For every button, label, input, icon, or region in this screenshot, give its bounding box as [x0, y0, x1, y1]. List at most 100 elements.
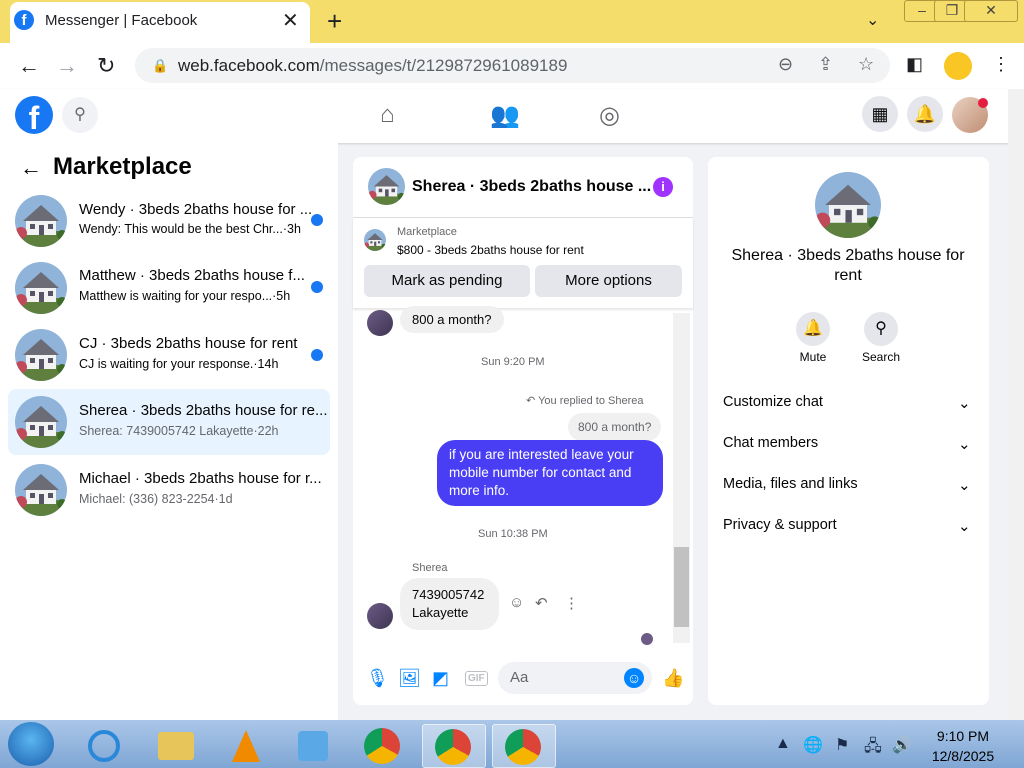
chat-info-title: Sherea · 3beds 2baths house for rent	[731, 247, 965, 284]
message-timestamp: Sun 9:20 PM	[481, 356, 545, 368]
sent-message[interactable]: if you are interested leave your mobile …	[437, 440, 663, 506]
photo-icon[interactable]: 🖼	[398, 668, 421, 689]
conversation-preview: CJ is waiting for your response.·14h	[79, 357, 279, 371]
search-icon[interactable]: ⚲	[62, 97, 98, 133]
conversation-name: CJ · 3beds 2baths house for rent	[79, 335, 298, 352]
friends-icon[interactable]: 👥	[490, 101, 520, 130]
thumbs-up-icon[interactable]: 👍	[662, 668, 684, 689]
microphone-icon[interactable]: 🎙	[366, 668, 389, 689]
mark-as-pending-button[interactable]: Mark as pending	[364, 265, 530, 297]
listing-source: Marketplace	[397, 226, 457, 238]
conversation-item-wendy[interactable]: Wendy · 3beds 2baths house for ... Wendy…	[8, 188, 330, 254]
search-label: Search	[861, 350, 901, 364]
listing-title: $800 - 3beds 2baths house for rent	[397, 243, 584, 257]
chat-info-pane	[708, 157, 989, 705]
home-icon[interactable]: ⌂	[380, 101, 395, 129]
conversation-preview: Sherea: 7439005742 Lakayette·22h	[79, 424, 279, 438]
network-icon[interactable]: 🖧	[864, 735, 882, 762]
emoji-icon[interactable]: ☺	[624, 668, 644, 688]
page-scrollbar[interactable]	[1008, 89, 1024, 720]
bookmark-star-icon[interactable]: ☆	[858, 54, 874, 75]
conversation-item-cj[interactable]: CJ · 3beds 2baths house for rent CJ is w…	[8, 322, 330, 388]
show-hidden-icons[interactable]: ▲	[775, 735, 791, 753]
media-player-icon[interactable]	[282, 724, 344, 766]
back-arrow-icon[interactable]: ←	[20, 155, 42, 181]
zoom-icon[interactable]: ⊖	[778, 54, 793, 75]
chrome-window-icon[interactable]	[422, 724, 486, 768]
share-icon[interactable]: ⇪	[818, 54, 833, 75]
chevron-down-icon[interactable]: ⌄	[958, 394, 971, 412]
groups-icon[interactable]: ◎	[599, 101, 620, 130]
taskbar-clock[interactable]: 9:10 PM 12/8/2025	[918, 726, 1008, 766]
chat-title[interactable]: Sherea · 3beds 2baths house ...	[412, 178, 651, 196]
volume-icon[interactable]: 🔊	[892, 735, 912, 755]
reload-icon[interactable]: ↻	[97, 53, 115, 79]
react-emoji-icon[interactable]: ☺	[509, 594, 524, 611]
chrome-icon[interactable]	[352, 724, 414, 766]
privacy-support-row[interactable]: Privacy & support	[723, 517, 837, 533]
conversation-name: Wendy · 3beds 2baths house for ...	[79, 201, 313, 218]
quoted-message[interactable]: 800 a month?	[568, 413, 662, 441]
conversation-item-sherea[interactable]: Sherea · 3beds 2baths house for re... Sh…	[8, 389, 330, 455]
conversation-item-michael[interactable]: Michael · 3beds 2baths house for r... Mi…	[8, 457, 330, 523]
info-icon[interactable]: i	[653, 177, 673, 197]
forward-arrow-icon[interactable]: →	[56, 53, 78, 79]
side-panel-icon[interactable]: ◧	[906, 54, 923, 75]
conversation-item-matthew[interactable]: Matthew · 3beds 2baths house f... Matthe…	[8, 255, 330, 321]
close-window-button[interactable]: ✕	[964, 0, 1018, 22]
sticker-icon[interactable]: ◩	[432, 668, 449, 689]
chrome-profile-window-icon[interactable]	[492, 724, 556, 768]
chevron-down-icon[interactable]: ⌄	[958, 476, 971, 494]
chat-scrollbar-thumb[interactable]	[674, 547, 689, 627]
chat-avatar[interactable]	[368, 168, 405, 205]
back-arrow-icon[interactable]: ←	[18, 53, 40, 79]
internet-explorer-icon[interactable]	[74, 724, 136, 766]
tab-close-icon[interactable]: ✕	[282, 8, 299, 33]
mute-label: Mute	[799, 350, 827, 364]
listing-avatar	[815, 172, 881, 238]
sender-avatar	[367, 310, 393, 336]
chevron-down-icon[interactable]: ⌄	[958, 517, 971, 535]
received-message[interactable]: 800 a month?	[400, 306, 504, 333]
media-files-links-row[interactable]: Media, files and links	[723, 476, 858, 492]
notifications-bell-icon[interactable]: 🔔	[907, 96, 943, 132]
listing-thumbnail	[15, 396, 67, 448]
conversation-name: Michael · 3beds 2baths house for r...	[79, 470, 322, 487]
message-timestamp: Sun 10:38 PM	[478, 528, 548, 540]
start-button[interactable]	[8, 722, 54, 766]
listing-thumbnail	[15, 195, 67, 247]
facebook-favicon-icon: f	[14, 10, 34, 30]
chevron-down-icon[interactable]: ⌄	[958, 435, 971, 453]
tab-title: Messenger | Facebook	[45, 12, 198, 29]
mute-bell-icon[interactable]: 🔔	[796, 312, 830, 346]
search-icon[interactable]: ⚲	[864, 312, 898, 346]
browser-menu-icon[interactable]: ⋮	[992, 54, 1010, 75]
more-actions-icon[interactable]: ⋮	[564, 594, 579, 612]
gif-icon[interactable]: GIF	[465, 671, 488, 686]
reply-icon[interactable]: ↶	[535, 594, 548, 612]
new-tab-button[interactable]: +	[327, 6, 342, 37]
network-globe-icon[interactable]: 🌐	[803, 735, 823, 755]
chat-members-row[interactable]: Chat members	[723, 435, 818, 451]
facebook-logo-icon[interactable]: f	[15, 96, 53, 136]
profile-avatar-icon[interactable]	[944, 52, 972, 80]
action-center-flag-icon[interactable]: ⚑	[835, 735, 849, 755]
marketplace-title: Marketplace	[53, 153, 192, 180]
menu-grid-icon[interactable]: ▦	[862, 96, 898, 132]
more-options-button[interactable]: More options	[535, 265, 682, 297]
received-message[interactable]: 7439005742 Lakayette	[400, 578, 499, 630]
message-line: Lakayette	[412, 605, 469, 620]
lock-icon[interactable]: 🔒	[152, 58, 168, 74]
notification-dot	[978, 98, 988, 108]
replied-label: ↶ You replied to Sherea	[526, 395, 644, 407]
vlc-icon[interactable]	[214, 724, 276, 766]
unread-dot	[311, 214, 323, 226]
tab-search-chevron-icon[interactable]: ⌄	[866, 10, 879, 30]
unread-dot	[311, 281, 323, 293]
file-explorer-icon[interactable]	[144, 724, 206, 766]
customize-chat-row[interactable]: Customize chat	[723, 394, 823, 410]
sender-name: Sherea	[412, 562, 448, 574]
conversation-preview: Michael: (336) 823-2254·1d	[79, 492, 233, 506]
listing-thumbnail	[15, 464, 67, 516]
url-text[interactable]: web.facebook.com/messages/t/212987296108…	[178, 56, 567, 76]
